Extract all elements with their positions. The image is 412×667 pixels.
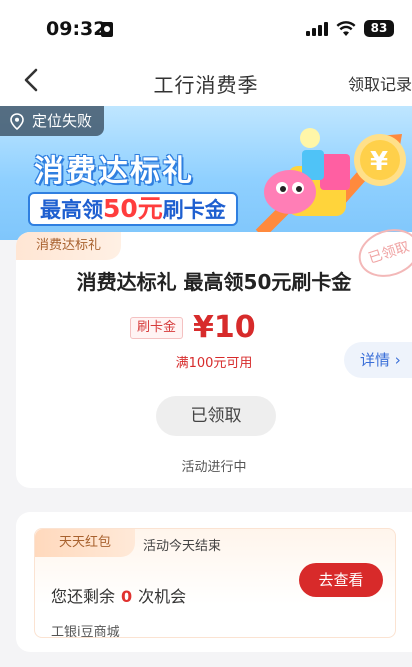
location-pin-icon <box>10 112 24 130</box>
subline-amount: 50元 <box>103 194 163 223</box>
banner-headline: 消费达标礼 <box>34 154 194 189</box>
shopping-mascot-illustration: ¥ <box>255 128 406 239</box>
subline-prefix: 最高领 <box>40 198 103 222</box>
daily-red-packet-card: 天天红包 活动今天结束 您还剩余 0 次机会 去查看 工银i豆商城 <box>16 512 412 652</box>
chevron-right-icon: › <box>394 351 401 369</box>
remain-count: 0 <box>121 587 133 606</box>
sim-icon <box>101 22 113 37</box>
navigation-bar: 工行消费季 领取记录 <box>0 56 412 106</box>
mall-label: 工银i豆商城 <box>51 625 120 640</box>
daily-card-inner: 天天红包 活动今天结束 您还剩余 0 次机会 去查看 工银i豆商城 <box>34 528 396 640</box>
coupon-price-row: 刷卡金 ¥10 <box>130 310 256 345</box>
claim-records-link[interactable]: 领取记录 <box>348 71 412 95</box>
clock: 09:32 <box>46 18 107 40</box>
claimed-button[interactable]: 已领取 <box>156 396 276 436</box>
coupon-card: 消费达标礼 消费达标礼 最高领50元刷卡金 刷卡金 ¥10 满100元可用 详情… <box>16 232 412 488</box>
promo-banner: 定位失败 消费达标礼 最高领50元刷卡金 ¥ <box>0 106 412 240</box>
coupon-price: ¥10 <box>193 310 256 345</box>
coupon-tag: 消费达标礼 <box>16 232 122 260</box>
remain-prefix: 您还剩余 <box>51 587 116 606</box>
remain-suffix: 次机会 <box>138 587 187 606</box>
details-button[interactable]: 详情 › <box>344 342 412 378</box>
location-badge[interactable]: 定位失败 <box>0 106 105 136</box>
details-label: 详情 <box>360 351 391 369</box>
activity-status: 活动进行中 <box>181 460 247 475</box>
ends-today-note: 活动今天结束 <box>143 539 222 554</box>
coupon-type-pill: 刷卡金 <box>130 316 184 339</box>
battery-indicator: 83 <box>364 20 394 37</box>
daily-tag: 天天红包 <box>35 529 136 557</box>
svg-text:¥: ¥ <box>370 147 388 177</box>
location-status-text: 定位失败 <box>32 112 93 130</box>
wifi-icon <box>336 21 356 36</box>
banner-subline: 最高领50元刷卡金 <box>28 192 238 226</box>
signal-icon <box>306 22 328 36</box>
remaining-chances: 您还剩余 0 次机会 <box>51 583 186 607</box>
coupon-title: 消费达标礼 最高领50元刷卡金 <box>76 270 352 294</box>
subline-suffix: 刷卡金 <box>162 198 226 222</box>
status-bar: 09:32 83 <box>0 0 412 56</box>
go-check-button[interactable]: 去查看 <box>299 563 383 597</box>
